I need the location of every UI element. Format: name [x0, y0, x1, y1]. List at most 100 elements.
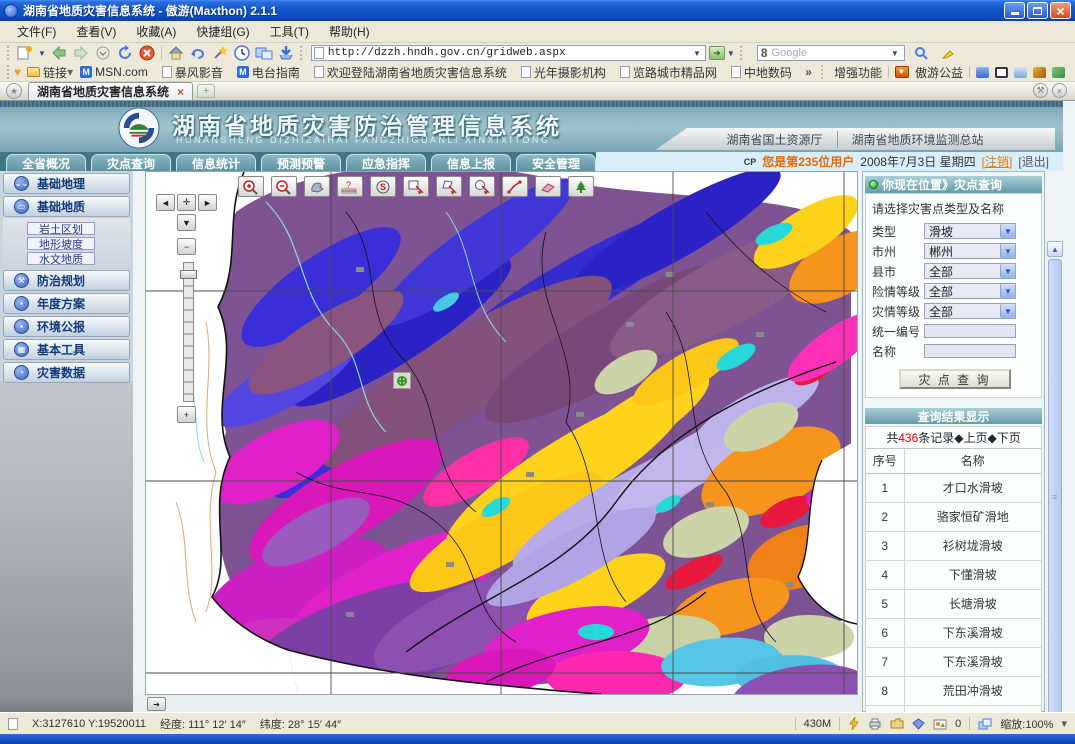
new-page-button[interactable]: [14, 44, 36, 62]
address-dropdown-icon[interactable]: [691, 49, 703, 58]
sidebar-item-annual-plan[interactable]: ▪ 年度方案: [3, 293, 130, 314]
note-icon[interactable]: [1014, 67, 1027, 78]
plugin-icon[interactable]: [1033, 67, 1046, 78]
history-dropdown-button[interactable]: [92, 44, 114, 62]
link-radio[interactable]: M电台指南: [230, 64, 307, 81]
table-row[interactable]: 9黄花岭滑坡: [866, 705, 1041, 712]
sidebar-item-prevention-plan[interactable]: ⚒ 防治规划: [3, 270, 130, 291]
go-dropdown-icon[interactable]: [725, 49, 737, 58]
sidebar-item-basic-tools[interactable]: ▦ 基本工具: [3, 339, 130, 360]
links-label[interactable]: 链接: [43, 64, 67, 81]
nav-tab-statistics[interactable]: 信息统计: [176, 154, 256, 171]
forward-button[interactable]: [70, 44, 92, 62]
pan-left-button[interactable]: ◄: [156, 194, 175, 211]
link-city[interactable]: 览路城市精品网: [613, 64, 724, 81]
menu-groups[interactable]: 快捷组(G): [187, 21, 258, 42]
overflow-chevron-icon[interactable]: [805, 65, 812, 79]
disaster-level-select[interactable]: 全部: [924, 303, 1016, 319]
tab-close-icon[interactable]: [177, 85, 184, 99]
measure-distance-button[interactable]: [502, 176, 528, 197]
address-bar[interactable]: http://dzzh.hndh.gov.cn/gridweb.aspx: [311, 45, 706, 61]
tab-tools-button[interactable]: ⚒: [1033, 83, 1048, 98]
home-button[interactable]: [165, 44, 187, 62]
menu-tools[interactable]: 工具(T): [261, 21, 318, 42]
link-msn[interactable]: MMSN.com: [73, 65, 155, 79]
nav-tab-security[interactable]: 安全管理: [516, 154, 596, 171]
link-welcome[interactable]: 欢迎登陆湖南省地质灾害信息系统: [307, 64, 514, 81]
pan-up-button[interactable]: ✛: [177, 194, 196, 211]
pan-right-bottom-button[interactable]: ➜: [147, 697, 166, 711]
menu-file[interactable]: 文件(F): [8, 21, 65, 42]
sub-item-rock-zoning[interactable]: 岩土区划: [27, 222, 95, 235]
images-icon[interactable]: [933, 718, 947, 730]
skin-icon[interactable]: [976, 67, 989, 78]
eraser-button[interactable]: [535, 176, 561, 197]
org-link-monitor-station[interactable]: 湖南省地质环境监测总站: [837, 131, 998, 148]
zoom-dropdown-icon[interactable]: [1061, 717, 1067, 730]
chevron-down-icon[interactable]: [1000, 264, 1015, 278]
sidebar-item-base-geology[interactable]: ▭ 基础地质: [3, 196, 130, 217]
table-row[interactable]: 6下东溪滑坡: [866, 618, 1041, 647]
map-viewport[interactable]: ? S ◄ ✛ ► ▼ −: [145, 171, 858, 695]
link-zhongdi[interactable]: 中地数码: [724, 64, 799, 81]
game-icon[interactable]: [1052, 67, 1065, 78]
table-row[interactable]: 5长塘滑坡: [866, 589, 1041, 618]
zoom-in-button[interactable]: [238, 176, 264, 197]
close-button[interactable]: [1050, 2, 1071, 19]
enhance-label[interactable]: 增强功能: [834, 64, 882, 81]
exit-link[interactable]: [退出]: [1018, 153, 1049, 170]
type-select[interactable]: 滑坡: [924, 223, 1016, 239]
select-rectangle-button[interactable]: [403, 176, 429, 197]
favorites-star-button[interactable]: [6, 83, 22, 99]
history-clock-button[interactable]: [231, 44, 253, 62]
zoom-level[interactable]: 缩放:100%: [1000, 716, 1053, 732]
chevron-down-icon[interactable]: [1000, 284, 1015, 298]
filter-wand-button[interactable]: [209, 44, 231, 62]
new-tab-button[interactable]: [197, 84, 215, 98]
pan-button[interactable]: [304, 176, 330, 197]
identify-button[interactable]: ?: [337, 176, 363, 197]
nav-tab-overview[interactable]: 全省概况: [6, 154, 86, 171]
boost-lightning-icon[interactable]: [848, 717, 860, 730]
link-photo[interactable]: 光年摄影机构: [514, 64, 613, 81]
zoom-slider-plus-button[interactable]: +: [177, 406, 196, 423]
zoom-out-button[interactable]: [271, 176, 297, 197]
undo-button[interactable]: [187, 44, 209, 62]
zoom-slider-track[interactable]: [183, 262, 194, 402]
city-select[interactable]: 郴州: [924, 243, 1016, 259]
download-button[interactable]: [275, 44, 297, 62]
zoom-slider-minus-button[interactable]: −: [177, 238, 196, 255]
stop-button[interactable]: [136, 44, 158, 62]
zoom-slider-thumb[interactable]: [180, 270, 197, 279]
map-location-marker[interactable]: [393, 372, 411, 389]
printer-icon[interactable]: [868, 718, 882, 730]
next-page-link[interactable]: ◆下页: [988, 429, 1021, 446]
table-row[interactable]: 4下懂滑坡: [866, 560, 1041, 589]
prev-page-link[interactable]: ◆上页: [954, 429, 987, 446]
menu-favorites[interactable]: 收藏(A): [127, 21, 185, 42]
highlight-pen-icon[interactable]: [937, 44, 959, 62]
folder-icon[interactable]: [890, 718, 904, 729]
sub-item-terrain-slope[interactable]: 地形坡度: [27, 237, 95, 250]
charity-shield-icon[interactable]: [895, 66, 909, 78]
table-row[interactable]: 3衫树垅滑坡: [866, 531, 1041, 560]
pan-down-button[interactable]: ▼: [177, 214, 196, 231]
search-go-icon[interactable]: [910, 44, 932, 62]
sidebar-item-env-bulletin[interactable]: ▪ 环境公报: [3, 316, 130, 337]
panels-button[interactable]: [253, 44, 275, 62]
pan-right-button[interactable]: ►: [198, 194, 217, 211]
go-button[interactable]: [709, 46, 725, 60]
new-page-dropdown-icon[interactable]: [36, 49, 48, 58]
table-row[interactable]: 2骆家恒矿滑地: [866, 502, 1041, 531]
sub-item-hydrogeology[interactable]: 水文地质: [27, 252, 95, 265]
menu-help[interactable]: 帮助(H): [320, 21, 379, 42]
minimize-button[interactable]: [1004, 2, 1025, 19]
legend-tree-button[interactable]: [568, 176, 594, 197]
back-button[interactable]: [48, 44, 70, 62]
restore-button[interactable]: [1027, 2, 1048, 19]
menu-view[interactable]: 查看(V): [67, 21, 125, 42]
query-button[interactable]: 灾 点 查 询: [899, 369, 1011, 389]
select-polygon-button[interactable]: [436, 176, 462, 197]
danger-level-select[interactable]: 全部: [924, 283, 1016, 299]
org-link-land-resources[interactable]: 湖南省国土资源厅: [712, 131, 836, 148]
